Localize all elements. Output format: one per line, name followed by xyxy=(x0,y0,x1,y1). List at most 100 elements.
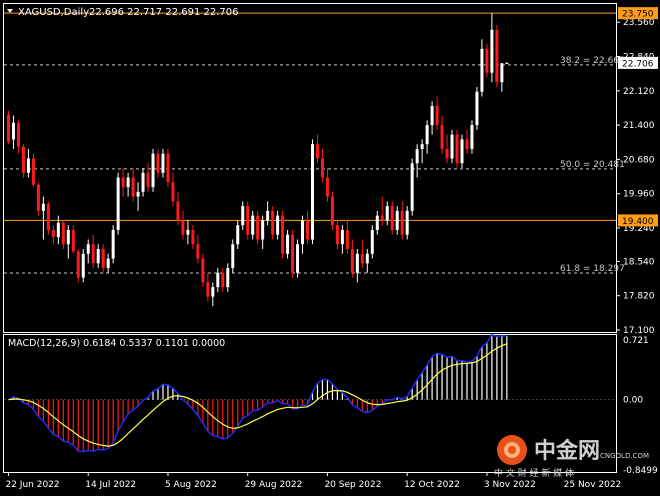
candle-body xyxy=(66,229,70,245)
price-tick-label: 20.680 xyxy=(623,155,655,165)
macd-title: MACD(12,26,9) 0.6184 0.5337 0.1101 0.000… xyxy=(8,338,225,349)
ohlc-values: 22.696 22.717 22.691 22.706 xyxy=(89,7,239,18)
candle-body xyxy=(46,203,50,230)
candle-body xyxy=(251,215,255,235)
candle-body xyxy=(111,229,115,259)
price-label-current: 22.706 xyxy=(622,59,654,69)
candle-body xyxy=(296,244,300,273)
fib-level-label: 38.2 = 22.665 xyxy=(560,56,625,66)
candle-body xyxy=(236,225,240,245)
candle-body xyxy=(141,172,145,192)
candle-body xyxy=(286,234,290,254)
price-label-level: 19.400 xyxy=(622,217,654,227)
candle-body xyxy=(226,268,230,288)
fib-level-label: 61.8 = 18.297 xyxy=(560,264,625,274)
candle-body xyxy=(156,153,160,173)
candle-body xyxy=(101,249,105,269)
candle-body xyxy=(430,106,434,126)
candle-body xyxy=(191,229,195,245)
price-tick-label: 17.100 xyxy=(623,326,655,336)
date-tick-label: 12 Oct 2022 xyxy=(404,480,460,490)
candle-body xyxy=(266,210,270,221)
candle-body xyxy=(500,63,504,83)
candle-body xyxy=(201,258,205,283)
candle-body xyxy=(485,48,489,73)
candle-body xyxy=(181,220,185,235)
candle-body xyxy=(206,282,210,297)
candle-body xyxy=(420,144,424,149)
candle-body xyxy=(221,272,225,288)
date-tick-label: 14 Jul 2022 xyxy=(85,480,136,490)
candle-body xyxy=(231,244,235,269)
macd-tick-label: 0.721 xyxy=(623,336,649,346)
candles xyxy=(6,13,509,307)
price-grid: 38.2 = 22.665 50.0 = 20.481 61.8 = 18.297 xyxy=(4,12,625,274)
price-tick-label: 18.540 xyxy=(623,257,655,267)
candle-body xyxy=(281,215,285,254)
candle-body xyxy=(51,229,55,238)
date-tick-label: 20 Sep 2022 xyxy=(324,480,381,490)
candle-body xyxy=(161,153,165,173)
candle-body xyxy=(16,122,20,147)
price-label-top: 23.750 xyxy=(622,10,654,20)
watermark-title: 中金网 xyxy=(534,438,600,464)
candle-body xyxy=(171,182,175,202)
candle-body xyxy=(136,191,140,197)
candle-body xyxy=(390,206,394,230)
date-tick-label: 29 Aug 2022 xyxy=(245,480,303,490)
candle-body xyxy=(495,29,499,83)
candle-body xyxy=(31,158,35,185)
candle-body xyxy=(116,177,120,230)
candle-body xyxy=(126,177,130,188)
candle-body xyxy=(440,125,444,149)
candle-body xyxy=(131,177,135,197)
candle-body xyxy=(186,229,190,235)
candle-body xyxy=(395,210,399,230)
candle-body xyxy=(320,158,324,178)
candle-body xyxy=(246,206,250,235)
price-panel-frame xyxy=(3,3,617,333)
symbol-label: XAGUSD,Daily xyxy=(18,7,89,18)
candle-body xyxy=(335,225,339,245)
candle-body xyxy=(375,215,379,230)
candle-body xyxy=(121,177,125,188)
candle-body xyxy=(345,229,349,249)
candle-body xyxy=(261,220,265,240)
chart-svg: 38.2 = 22.66550.0 = 20.48161.8 = 18.297 … xyxy=(3,3,658,490)
date-tick-label: 5 Aug 2022 xyxy=(165,480,217,490)
candle-body xyxy=(330,196,334,226)
watermark-url: CNGOLD.COM xyxy=(600,452,649,460)
candle-body xyxy=(96,249,100,264)
candle-body xyxy=(315,144,319,159)
candle-body xyxy=(365,253,369,264)
candle-body xyxy=(76,251,80,278)
fib-level-label: 50.0 = 20.481 xyxy=(560,160,625,170)
candle-body xyxy=(21,146,25,173)
candle-body xyxy=(291,234,295,273)
candle-body xyxy=(435,106,439,126)
candle-body xyxy=(81,253,85,278)
chart-area: 38.2 = 22.665 50.0 = 20.481 61.8 = 18.297 … xyxy=(0,0,660,492)
candle-body xyxy=(355,253,359,273)
candle-body xyxy=(405,210,409,235)
candle-body xyxy=(380,215,384,221)
candle-body xyxy=(61,222,65,245)
candle-body xyxy=(166,153,170,183)
candle-body xyxy=(360,253,364,264)
price-tick-label: 21.400 xyxy=(623,121,655,131)
candle-body xyxy=(41,203,45,211)
price-tick-label: 23.560 xyxy=(623,18,655,28)
date-tick-label: 22 Jun 2022 xyxy=(5,480,59,490)
symbol-header: XAGUSD,Daily 22.696 22.717 22.691 22.706 xyxy=(7,7,239,18)
candle-body xyxy=(91,244,95,264)
candle-body xyxy=(241,206,245,226)
candle-body xyxy=(400,210,404,235)
collapse-arrow-icon[interactable] xyxy=(7,9,13,13)
candle-body xyxy=(176,201,180,221)
candle-body xyxy=(445,148,449,159)
candle-body xyxy=(470,125,474,149)
watermark-slogan: 中 文 财 经 新 媒 体 xyxy=(494,467,574,479)
candle-body xyxy=(385,206,389,221)
candle-body xyxy=(505,62,509,64)
candle-body xyxy=(460,139,464,164)
